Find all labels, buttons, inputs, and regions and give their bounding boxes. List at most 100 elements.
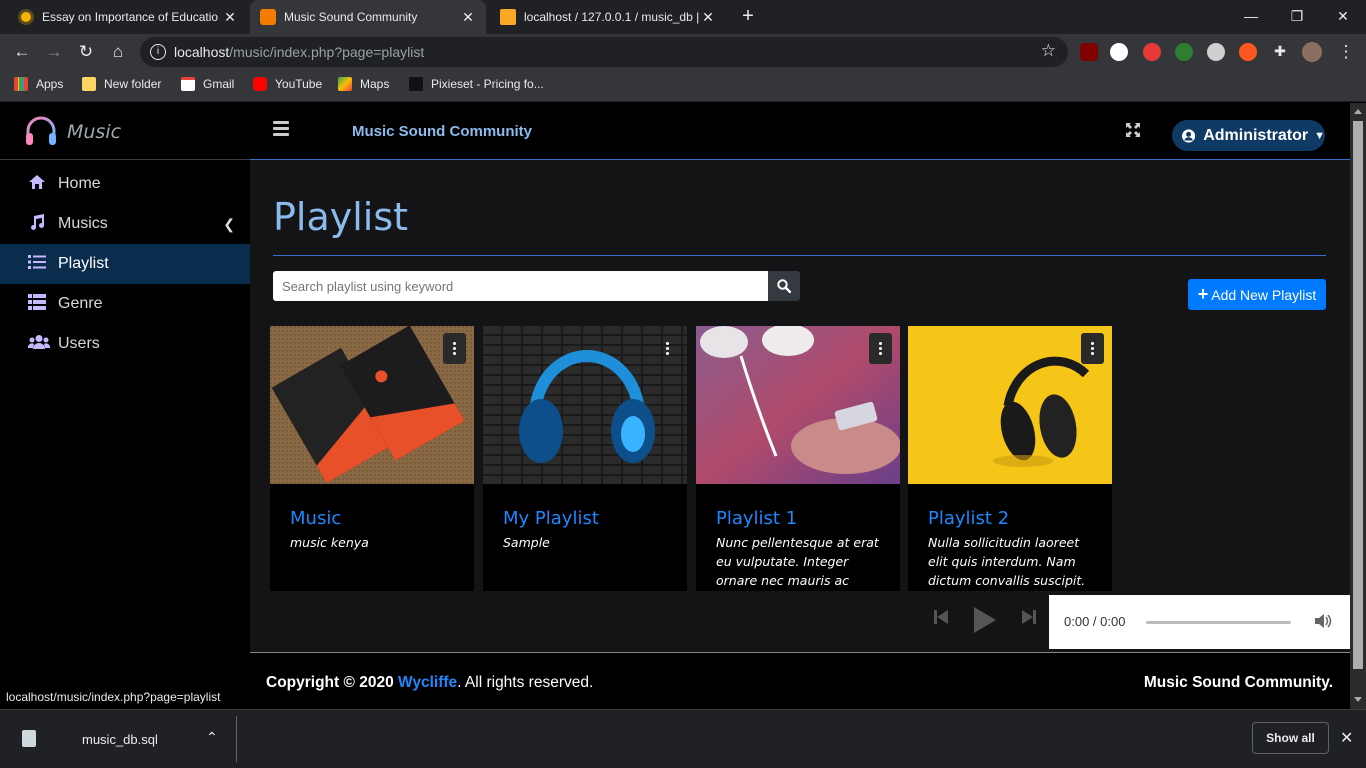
card-options-kebab-icon[interactable] [443,333,466,364]
page-title: Playlist [273,195,409,239]
folder-icon [82,77,96,91]
extensions-puzzle-icon[interactable]: ✚ [1271,43,1289,61]
maximize-button[interactable]: ❐ [1274,0,1320,34]
volume-icon[interactable] [1315,613,1333,634]
robot-extension-icon[interactable] [1207,43,1225,61]
bookmark-maps[interactable]: Maps [338,77,389,91]
tab-title: Music Sound Community [284,10,418,24]
bookmark-youtube[interactable]: YouTube [253,77,322,91]
sidebar-item-label: Playlist [58,255,109,272]
sidebar-item-playlist[interactable]: Playlist [0,244,250,284]
ublock-extension-icon[interactable] [1080,43,1098,61]
tab-phpmyadmin[interactable]: localhost / 127.0.0.1 / music_db | ✕ [490,0,726,34]
bookmarks-bar: Apps New folder Gmail YouTube Maps Pixie… [0,70,1366,102]
bookmark-gmail[interactable]: Gmail [181,77,234,91]
author-link[interactable]: Wycliffe [398,674,457,691]
audio-player-bar: 0:00 / 0:00 [250,591,1350,652]
url-text: localhost/music/index.php?page=playlist [174,44,425,60]
close-tab-icon[interactable]: ✕ [460,9,476,26]
home-icon [0,174,58,195]
search-button[interactable] [768,271,800,301]
downloads-bar: music_db.sql ⌃ Show all ✕ [0,709,1366,768]
home-button-icon[interactable]: ⌂ [106,40,130,64]
copyright-prefix: Copyright © 2020 [266,674,399,691]
fire-extension-icon[interactable] [1239,43,1257,61]
plus-icon: + [1197,284,1209,304]
genre-icon [0,293,58,315]
scroll-down-arrow-icon[interactable] [1354,697,1362,702]
sidebar-item-musics[interactable]: Musics ❮ [0,204,250,244]
previous-track-icon[interactable] [934,609,948,630]
forward-arrow-icon[interactable]: → [42,40,66,64]
scrollbar-thumb[interactable] [1353,121,1363,669]
play-icon[interactable] [972,605,998,640]
tab-music-sound-community[interactable]: Music Sound Community ✕ [250,0,486,34]
close-tab-icon[interactable]: ✕ [700,9,716,26]
audio-element[interactable]: 0:00 / 0:00 [1049,595,1350,649]
back-arrow-icon[interactable]: ← [10,40,34,64]
user-name: Administrator [1203,126,1309,144]
copyright-text: Copyright © 2020 Wycliffe. All rights re… [266,674,593,692]
playlist-card[interactable]: Music music kenya [270,326,474,591]
youtube-icon [253,77,267,91]
card-title[interactable]: Playlist 2 [928,508,1009,529]
card-options-kebab-icon[interactable] [656,333,679,364]
card-title[interactable]: Playlist 1 [716,508,797,529]
brand-name: Music [67,121,122,143]
next-track-icon[interactable] [1022,609,1036,630]
chevron-up-icon[interactable]: ⌃ [206,729,218,746]
bookmark-new-folder[interactable]: New folder [82,77,161,91]
card-options-kebab-icon[interactable] [1081,333,1104,364]
sidebar-item-label: Users [58,335,100,352]
file-icon [22,730,36,747]
fullscreen-expand-icon[interactable] [1126,123,1140,142]
card-title[interactable]: My Playlist [503,508,599,529]
page-scrollbar[interactable] [1350,103,1366,709]
tab-essay[interactable]: Essay on Importance of Educatio ✕ [8,0,248,34]
playlist-card[interactable]: My Playlist Sample [483,326,687,591]
card-title[interactable]: Music [290,508,341,529]
tab-title: localhost / 127.0.0.1 / music_db | [524,10,700,24]
add-new-playlist-button[interactable]: + Add New Playlist [1188,279,1326,310]
hamburger-menu-icon[interactable] [273,121,289,139]
bookmark-star-icon[interactable]: ☆ [1041,41,1056,61]
site-favicon-icon [18,9,34,25]
chevron-down-icon: ▼ [1314,129,1325,142]
sidebar: Music Home Musics ❮ Playlist Genre Users [0,103,250,709]
audio-seek-slider[interactable] [1146,621,1291,624]
show-all-button[interactable]: Show all [1252,722,1329,754]
minimize-button[interactable]: — [1228,0,1274,34]
close-window-button[interactable]: ✕ [1320,0,1366,34]
gmail-icon [181,77,195,91]
new-tab-button[interactable]: + [736,5,760,29]
bookmark-apps[interactable]: Apps [14,77,63,91]
sidebar-item-home[interactable]: Home [0,164,250,204]
utorrent-extension-icon[interactable] [1175,43,1193,61]
scroll-up-arrow-icon[interactable] [1354,109,1362,114]
playlist-card[interactable]: Playlist 2 Nulla sollicitudin laoreet el… [908,326,1112,591]
address-bar[interactable]: i localhost/music/index.php?page=playlis… [140,37,1068,67]
sidebar-item-genre[interactable]: Genre [0,284,250,324]
site-info-icon[interactable]: i [150,44,166,60]
translate-extension-icon[interactable] [1110,43,1128,61]
menu-kebab-icon[interactable]: ⋮ [1334,40,1358,64]
maps-icon [338,77,352,91]
user-menu-button[interactable]: Administrator ▼ [1172,120,1325,151]
sidebar-item-users[interactable]: Users [0,324,250,364]
site-title: Music Sound Community [352,123,532,140]
top-navbar: Music Sound Community Administrator ▼ [250,103,1350,160]
profile-avatar[interactable] [1302,42,1322,62]
apps-grid-icon [14,77,28,91]
phpmyadmin-favicon-icon [500,9,516,25]
pixieset-icon [409,77,423,91]
close-tab-icon[interactable]: ✕ [222,9,238,26]
adblock-extension-icon[interactable] [1143,43,1161,61]
playlist-card[interactable]: Playlist 1 Nunc pellentesque at erat eu … [696,326,900,591]
bookmark-label: New folder [104,77,162,91]
search-input[interactable] [273,271,768,301]
close-icon[interactable]: ✕ [1340,728,1353,748]
bookmark-pixieset[interactable]: Pixieset - Pricing fo... [409,77,544,91]
reload-icon[interactable]: ↻ [74,40,98,64]
card-options-kebab-icon[interactable] [869,333,892,364]
download-item[interactable]: music_db.sql [82,732,158,747]
